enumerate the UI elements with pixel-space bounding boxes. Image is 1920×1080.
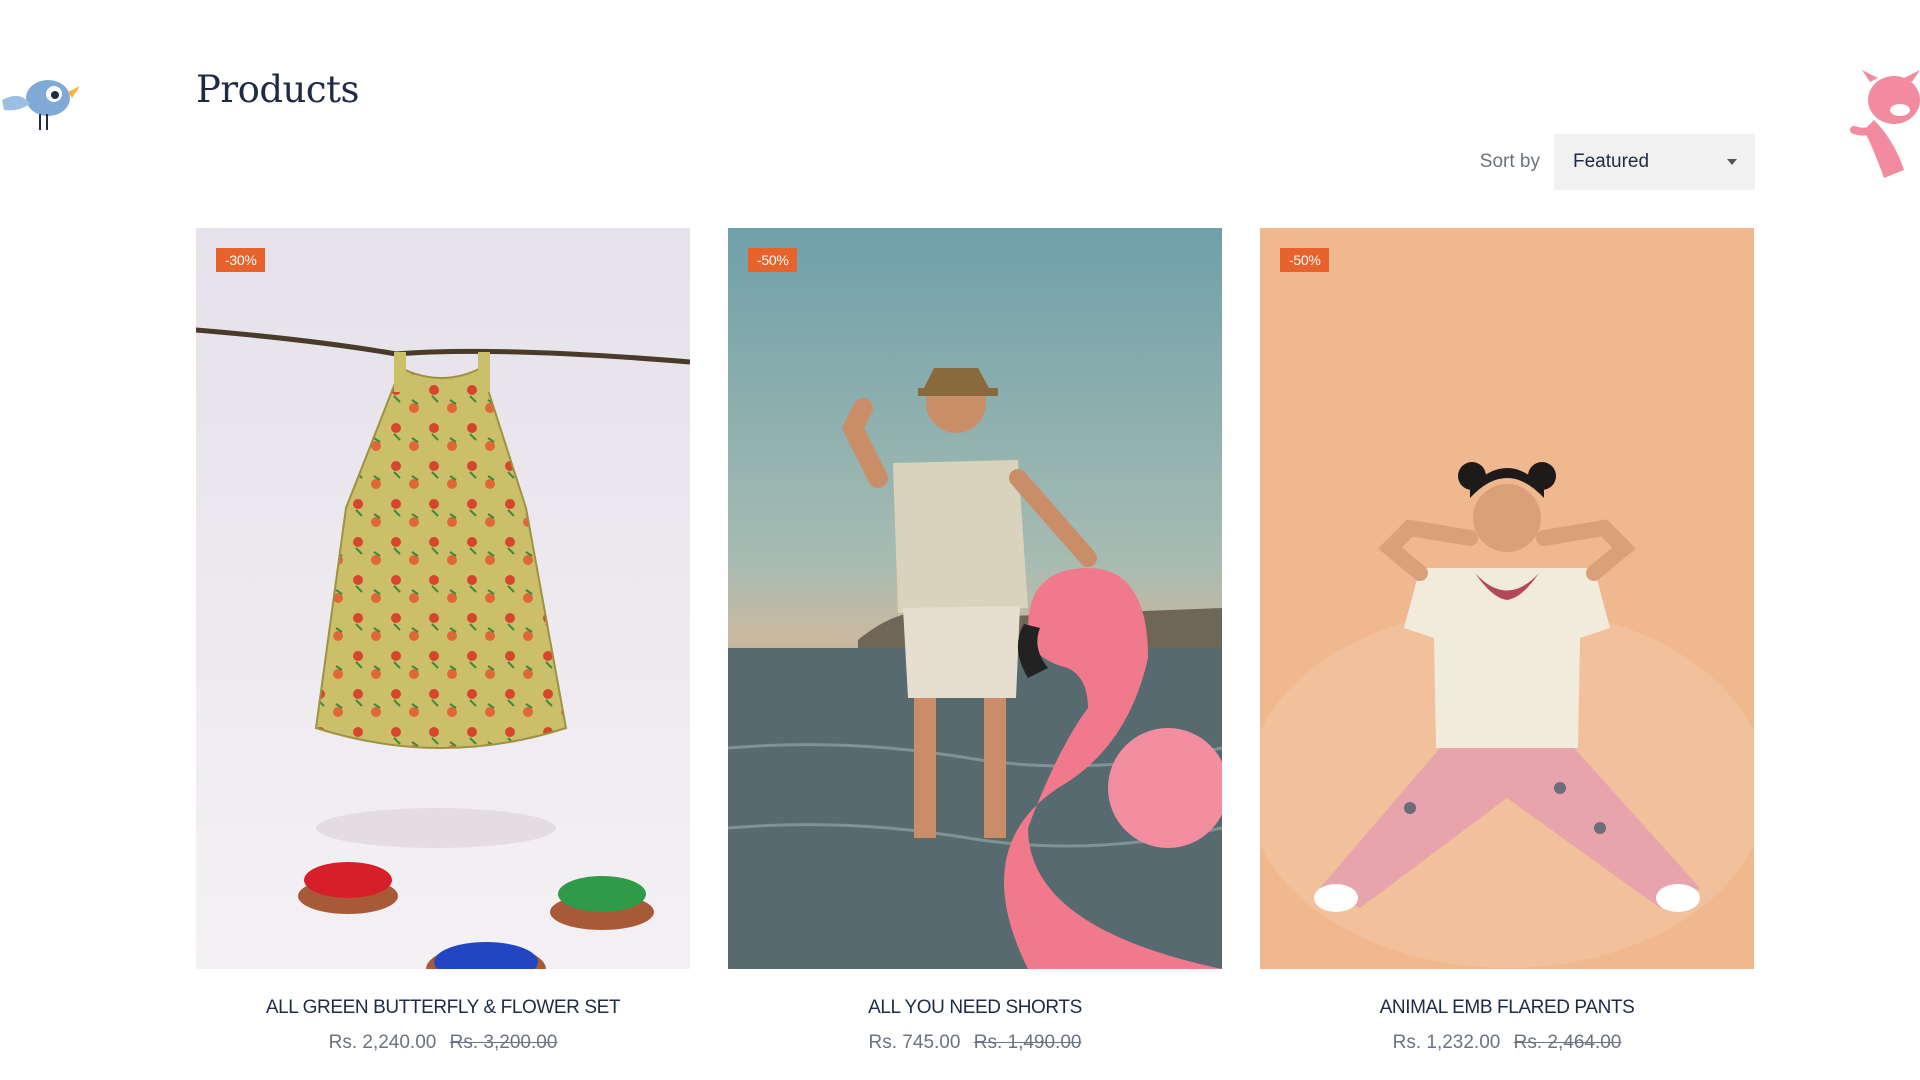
original-price: Rs. 3,200.00 (449, 1032, 558, 1053)
discount-badge: -50% (748, 248, 798, 272)
product-image[interactable]: -30% (196, 228, 690, 969)
product-image[interactable]: -50% (1260, 228, 1754, 969)
original-price: Rs. 2,464.00 (1513, 1032, 1622, 1053)
price-row: Rs. 745.00 Rs. 1,490.00 (728, 1032, 1222, 1054)
price-row: Rs. 2,240.00 Rs. 3,200.00 (196, 1032, 690, 1054)
page-title: Products (196, 68, 359, 111)
chevron-down-icon (1727, 159, 1737, 165)
product-card: -50% ANIMAL EMB FLARED PANTS Rs. 1,232.0… (1260, 228, 1754, 1054)
product-image[interactable]: -50% (728, 228, 1222, 969)
sale-price: Rs. 1,232.00 (1392, 1032, 1501, 1053)
cat-mascot-icon (1850, 70, 1920, 178)
sale-price: Rs. 2,240.00 (328, 1032, 437, 1053)
sort-label: Sort by (1479, 151, 1540, 172)
product-name[interactable]: ALL GREEN BUTTERFLY & FLOWER SET (196, 997, 690, 1019)
product-card: -50% ALL YOU NEED SHORTS Rs. 745.00 Rs. … (728, 228, 1222, 1054)
discount-badge: -30% (216, 248, 266, 272)
bird-mascot-icon (2, 80, 80, 130)
sort-control: Sort by Featured (1480, 134, 1755, 190)
product-grid: -30% ALL GREEN BUTTERFLY & FLOWER SET Rs… (196, 228, 1754, 1054)
sort-selected-value: Featured (1573, 151, 1650, 172)
price-row: Rs. 1,232.00 Rs. 2,464.00 (1260, 1032, 1754, 1054)
product-name[interactable]: ANIMAL EMB FLARED PANTS (1260, 997, 1754, 1019)
product-card: -30% ALL GREEN BUTTERFLY & FLOWER SET Rs… (196, 228, 690, 1054)
product-name[interactable]: ALL YOU NEED SHORTS (728, 997, 1222, 1019)
discount-badge: -50% (1280, 248, 1330, 272)
original-price: Rs. 1,490.00 (973, 1032, 1082, 1053)
sort-select[interactable]: Featured (1554, 134, 1755, 190)
sale-price: Rs. 745.00 (868, 1032, 961, 1053)
